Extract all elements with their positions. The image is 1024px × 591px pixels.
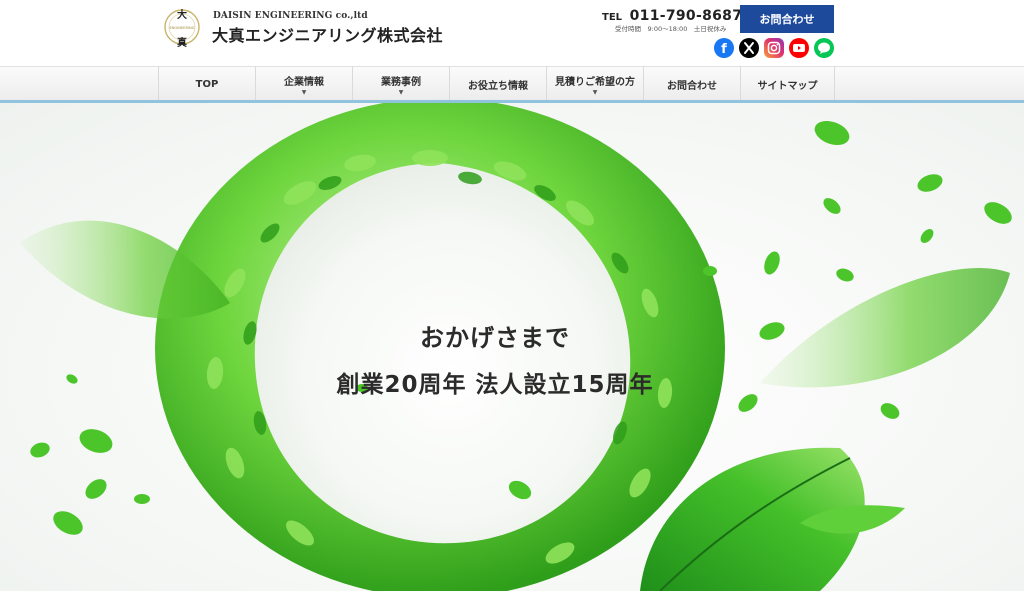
nav-label: 業務事例 [381, 76, 421, 88]
instagram-icon[interactable] [764, 38, 784, 58]
company-logo[interactable]: 大 ENGINEERING 真 [160, 5, 204, 49]
line-icon[interactable] [814, 38, 834, 58]
hero-subheadline: 創業20周年 法人設立15周年 [336, 372, 654, 398]
logo-ring-text: ENGINEERING [169, 26, 194, 30]
nav-item-sitemap[interactable]: サイトマップ [740, 67, 835, 101]
tel-label: TEL [602, 12, 623, 23]
nav-item-company[interactable]: 企業情報 ▼ [255, 67, 352, 101]
nav-item-contact[interactable]: お問合わせ [643, 67, 740, 101]
x-icon[interactable] [739, 38, 759, 58]
caret-down-icon: ▼ [398, 88, 404, 96]
nav-label: 企業情報 [284, 76, 324, 88]
hero-banner: おかげさまで 創業20周年 法人設立15周年 [0, 103, 1024, 591]
hero-headline: おかげさまで [420, 324, 570, 352]
svg-text:f: f [721, 42, 727, 57]
tel-number[interactable]: 011-790-8687 [630, 8, 743, 24]
nav-label: お役立ち情報 [468, 80, 528, 92]
company-name-ja: 大真エンジニアリング株式会社 [212, 26, 444, 45]
company-name-en: DAISIN ENGINEERING co.,ltd [213, 11, 368, 21]
site-header: 大 ENGINEERING 真 DAISIN ENGINEERING co.,l… [0, 0, 1024, 66]
logo-top-char: 大 [177, 8, 187, 21]
nav-item-works[interactable]: 業務事例 ▼ [352, 67, 449, 101]
caret-down-icon: ▼ [592, 88, 598, 96]
caret-down-icon: ▼ [301, 88, 307, 96]
nav-label: サイトマップ [757, 80, 818, 92]
nav-label: TOP [195, 78, 219, 90]
nav-label: 見積りご希望の方 [555, 76, 635, 88]
main-nav: TOP 企業情報 ▼ 業務事例 ▼ お役立ち情報 見積りご希望の方 ▼ お問合わ… [0, 66, 1024, 101]
contact-button[interactable]: お問合わせ [740, 5, 834, 33]
nav-label: お問合わせ [667, 80, 717, 92]
nav-item-estimate[interactable]: 見積りご希望の方 ▼ [546, 67, 643, 101]
facebook-icon[interactable]: f [714, 38, 734, 58]
youtube-icon[interactable] [789, 38, 809, 58]
logo-bottom-char: 真 [177, 36, 187, 49]
nav-item-top[interactable]: TOP [158, 67, 255, 101]
phone-number[interactable]: TEL 011-790-8687 [602, 5, 742, 24]
nav-item-useful-info[interactable]: お役立ち情報 [449, 67, 546, 101]
business-hours: 受付時間 9:00～18:00 土日祝休み [615, 25, 727, 33]
